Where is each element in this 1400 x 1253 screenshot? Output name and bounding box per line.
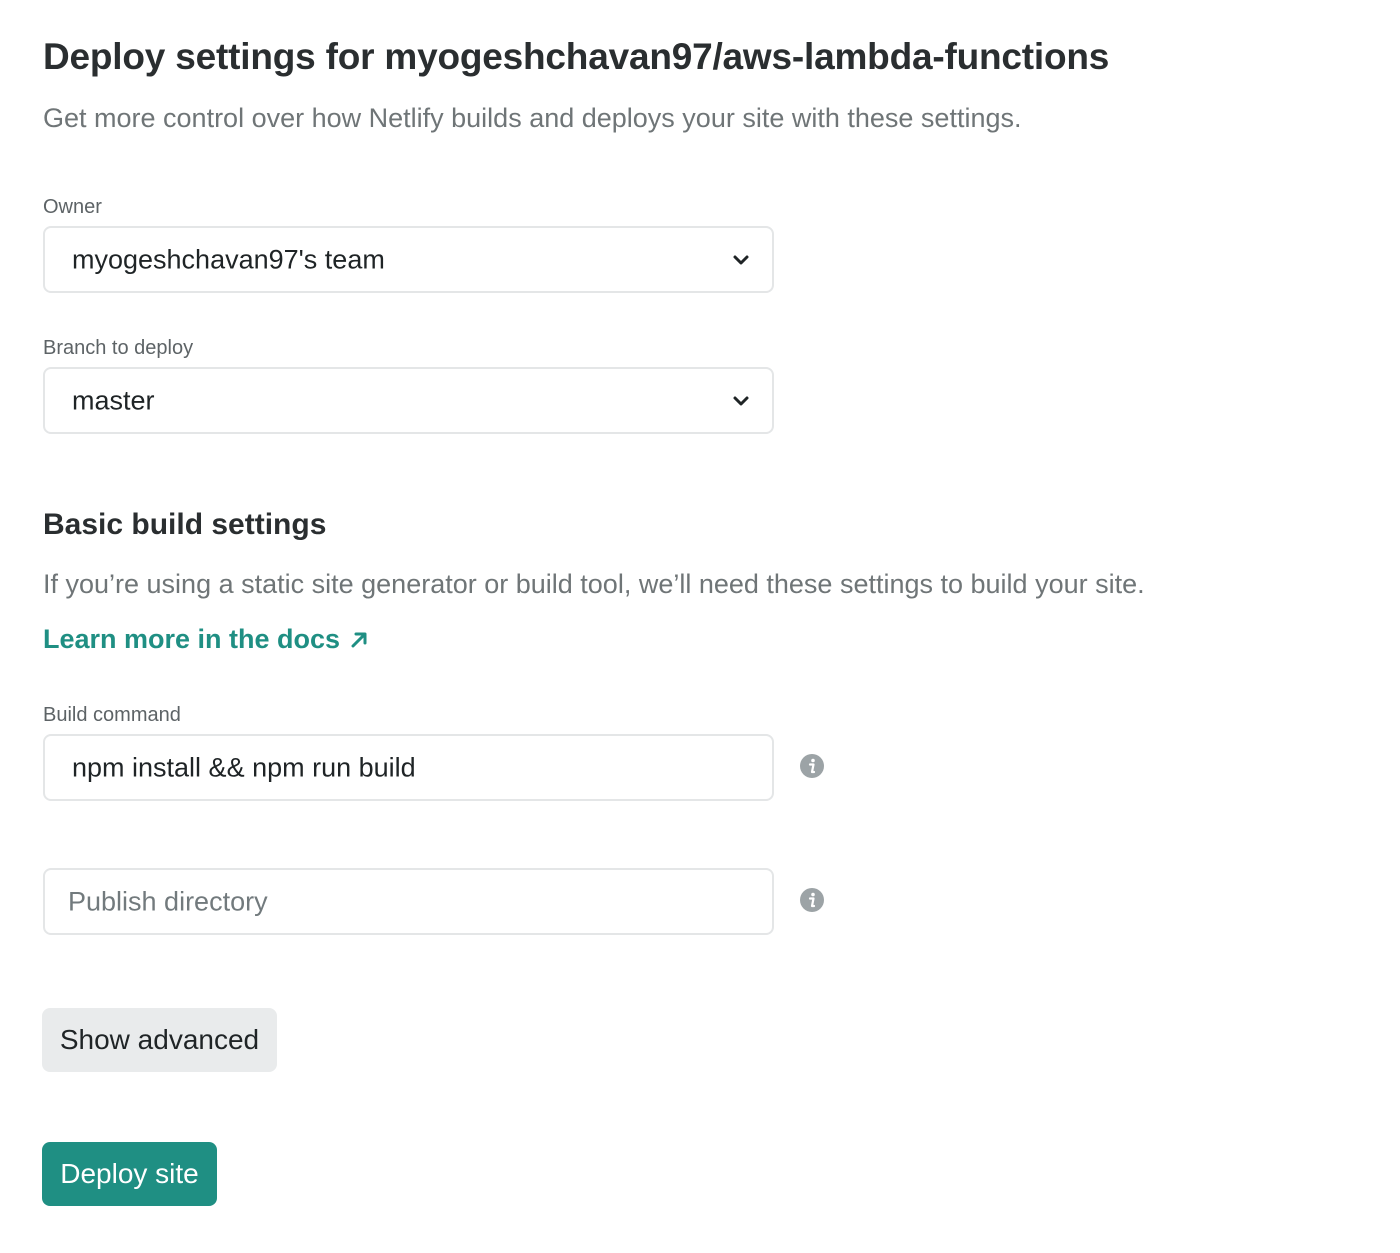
- info-icon[interactable]: [799, 887, 825, 913]
- branch-select-value: master: [72, 385, 155, 415]
- owner-select-value: myogeshchavan97's team: [72, 244, 385, 274]
- deploy-site-button[interactable]: Deploy site: [42, 1142, 217, 1206]
- page-title: Deploy settings for myogeshchavan97/aws-…: [43, 36, 1110, 77]
- build-command-label: Build command: [43, 704, 181, 726]
- section-heading: Basic build settings: [43, 508, 327, 541]
- build-command-value: npm install && npm run build: [72, 752, 416, 782]
- docs-link[interactable]: Learn more in the docs: [43, 624, 368, 655]
- branch-select[interactable]: master: [43, 367, 774, 434]
- owner-select[interactable]: myogeshchavan97's team: [43, 226, 774, 293]
- show-advanced-button[interactable]: Show advanced: [42, 1008, 277, 1072]
- deploy-settings-page: Deploy settings for myogeshchavan97/aws-…: [0, 0, 1400, 1253]
- owner-label: Owner: [43, 196, 102, 218]
- page-subtitle: Get more control over how Netlify builds…: [43, 103, 1022, 133]
- external-arrow-icon: [351, 632, 367, 647]
- docs-link-label: Learn more in the docs: [43, 624, 341, 654]
- publish-directory-input[interactable]: Publish directory: [43, 868, 774, 935]
- info-icon[interactable]: [799, 753, 825, 779]
- branch-label: Branch to deploy: [43, 337, 194, 359]
- chevron-down-icon: [733, 396, 749, 405]
- build-command-input[interactable]: npm install && npm run build: [43, 734, 774, 801]
- publish-directory-placeholder: Publish directory: [68, 886, 268, 916]
- section-description: If you’re using a static site generator …: [43, 569, 1145, 599]
- chevron-down-icon: [733, 255, 749, 264]
